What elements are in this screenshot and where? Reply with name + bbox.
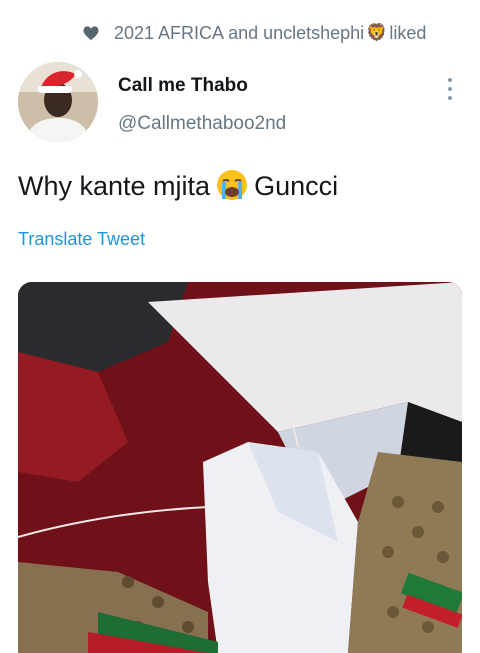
tweet-text-part2: Guncci: [254, 171, 339, 201]
tweet-media[interactable]: [18, 282, 462, 653]
lion-emoji: 🦁: [366, 23, 388, 43]
display-name[interactable]: Call me Thabo: [118, 74, 286, 98]
author-block[interactable]: Call me Thabo @Callmethaboo2nd: [118, 74, 286, 136]
display-name-text: Call me Thabo: [118, 75, 248, 96]
handle[interactable]: @Callmethaboo2nd: [118, 112, 286, 136]
avatar[interactable]: [18, 62, 98, 142]
social-context[interactable]: 2021 AFRICA and uncletshephi 🦁 liked: [82, 20, 426, 46]
media-image: [18, 282, 462, 653]
more-vertical-icon[interactable]: [444, 78, 456, 100]
heart-icon: [83, 26, 99, 41]
crying-face-icon: [217, 170, 248, 200]
translate-tweet-link[interactable]: Translate Tweet: [18, 228, 145, 250]
avatar-image: [18, 62, 98, 142]
tweet-text-part1: Why kante mjita: [18, 171, 211, 201]
social-context-liked: liked: [389, 22, 427, 43]
social-context-text: 2021 AFRICA and uncletshephi: [114, 22, 365, 43]
tweet-text: Why kante mjita Guncci: [18, 168, 338, 204]
